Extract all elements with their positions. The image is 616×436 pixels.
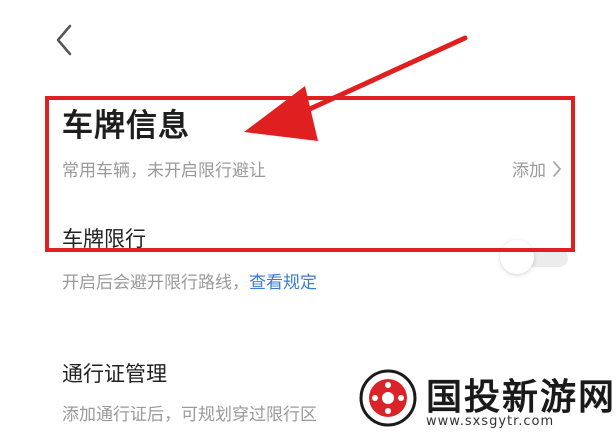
view-rules-link[interactable]: 查看规定 [249, 273, 317, 293]
watermark: 国投新游网 www.sxsgytr.com [350, 362, 616, 436]
restriction-description: 开启后会避开限行路线，查看规定 [62, 268, 317, 293]
annotation-highlight-box [45, 96, 575, 252]
permit-description: 添加通行证后，可规划穿过限行区 [62, 405, 317, 425]
back-chevron-icon[interactable] [50, 20, 80, 60]
permit-management-label[interactable]: 通行证管理 [62, 358, 167, 388]
watermark-text: 国投新游网 [426, 377, 616, 418]
restriction-description-text: 开启后会避开限行路线， [62, 273, 249, 293]
watermark-url: www.sxsgytr.com [426, 414, 555, 429]
watermark-logo-icon [359, 369, 417, 427]
